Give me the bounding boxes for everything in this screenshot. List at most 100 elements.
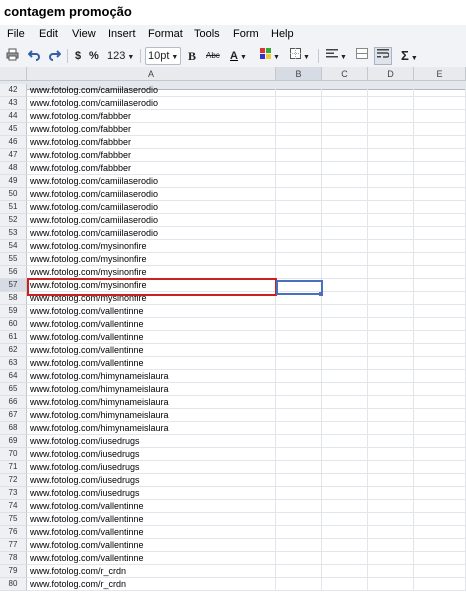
cell-empty[interactable] [414, 552, 466, 565]
fill-handle[interactable] [319, 292, 323, 296]
cell-empty[interactable] [276, 474, 322, 487]
cell-empty[interactable] [322, 305, 368, 318]
cell-empty[interactable] [322, 84, 368, 97]
row-header[interactable]: 50 [0, 188, 27, 201]
cell-a[interactable]: www.fotolog.com/mysinonfire [27, 253, 276, 266]
cell-a[interactable]: www.fotolog.com/himynameislaura [27, 370, 276, 383]
cell-a[interactable]: www.fotolog.com/vallentinne [27, 513, 276, 526]
cell-empty[interactable] [322, 149, 368, 162]
cell-empty[interactable] [414, 188, 466, 201]
cell-empty[interactable] [276, 266, 322, 279]
cell-a[interactable]: www.fotolog.com/camiilaserodio [27, 84, 276, 97]
cell-empty[interactable] [276, 396, 322, 409]
cell-empty[interactable] [322, 474, 368, 487]
cell-a[interactable]: www.fotolog.com/fabbber [27, 136, 276, 149]
cell-empty[interactable] [368, 526, 414, 539]
row-header[interactable]: 63 [0, 357, 27, 370]
cell-empty[interactable] [414, 344, 466, 357]
cell-empty[interactable] [276, 162, 322, 175]
row-header[interactable]: 54 [0, 240, 27, 253]
cell-empty[interactable] [368, 448, 414, 461]
strikethrough-button[interactable]: Abc [206, 48, 220, 64]
cell-empty[interactable] [322, 383, 368, 396]
cell-empty[interactable] [368, 565, 414, 578]
cell-empty[interactable] [368, 162, 414, 175]
row-header[interactable]: 49 [0, 175, 27, 188]
cell-empty[interactable] [368, 136, 414, 149]
cell-empty[interactable] [276, 565, 322, 578]
cell-empty[interactable] [322, 461, 368, 474]
cell-empty[interactable] [414, 279, 466, 292]
row-header[interactable]: 45 [0, 123, 27, 136]
cell-empty[interactable] [368, 110, 414, 123]
row-header[interactable]: 43 [0, 97, 27, 110]
fill-color-button[interactable]: ▼ [260, 48, 280, 64]
cell-empty[interactable] [414, 110, 466, 123]
cell-empty[interactable] [368, 474, 414, 487]
cell-a[interactable]: www.fotolog.com/himynameislaura [27, 409, 276, 422]
column-header-b[interactable]: B [276, 67, 322, 81]
cell-empty[interactable] [414, 84, 466, 97]
cell-empty[interactable] [368, 214, 414, 227]
cell-a[interactable]: www.fotolog.com/mysinonfire [27, 292, 276, 305]
cell-empty[interactable] [322, 422, 368, 435]
cell-empty[interactable] [414, 227, 466, 240]
cell-a[interactable]: www.fotolog.com/camiilaserodio [27, 188, 276, 201]
cell-empty[interactable] [368, 500, 414, 513]
cell-empty[interactable] [322, 97, 368, 110]
cell-empty[interactable] [368, 539, 414, 552]
row-header[interactable]: 58 [0, 292, 27, 305]
row-header[interactable]: 72 [0, 474, 27, 487]
cell-empty[interactable] [276, 552, 322, 565]
cell-empty[interactable] [322, 487, 368, 500]
column-header-e[interactable]: E [414, 67, 466, 81]
menu-edit[interactable]: Edit [39, 28, 58, 40]
cell-empty[interactable] [414, 422, 466, 435]
cell-a[interactable]: www.fotolog.com/r_crdn [27, 565, 276, 578]
cell-empty[interactable] [276, 435, 322, 448]
cell-empty[interactable] [368, 123, 414, 136]
cell-empty[interactable] [368, 201, 414, 214]
cell-empty[interactable] [414, 461, 466, 474]
cell-a[interactable]: www.fotolog.com/mysinonfire [27, 266, 276, 279]
cell-empty[interactable] [414, 409, 466, 422]
cell-a[interactable]: www.fotolog.com/vallentinne [27, 305, 276, 318]
cell-empty[interactable] [322, 526, 368, 539]
cell-empty[interactable] [276, 123, 322, 136]
cell-a[interactable]: www.fotolog.com/vallentinne [27, 539, 276, 552]
row-header[interactable]: 66 [0, 396, 27, 409]
cell-empty[interactable] [276, 422, 322, 435]
cell-empty[interactable] [414, 565, 466, 578]
cell-a[interactable]: www.fotolog.com/iusedrugs [27, 474, 276, 487]
cell-empty[interactable] [276, 149, 322, 162]
cell-empty[interactable] [414, 97, 466, 110]
cell-empty[interactable] [322, 253, 368, 266]
document-title[interactable]: contagem promoção [0, 0, 466, 25]
cell-empty[interactable] [414, 539, 466, 552]
row-header[interactable]: 46 [0, 136, 27, 149]
cell-empty[interactable] [322, 552, 368, 565]
cell-empty[interactable] [322, 357, 368, 370]
cell-empty[interactable] [368, 409, 414, 422]
cell-empty[interactable] [368, 396, 414, 409]
cell-empty[interactable] [322, 214, 368, 227]
menu-form[interactable]: Form [233, 28, 259, 40]
active-cell-b57[interactable] [276, 280, 323, 295]
cell-empty[interactable] [414, 214, 466, 227]
cell-empty[interactable] [276, 461, 322, 474]
row-header[interactable]: 51 [0, 201, 27, 214]
cell-a[interactable]: www.fotolog.com/vallentinne [27, 331, 276, 344]
cell-empty[interactable] [276, 97, 322, 110]
cell-empty[interactable] [414, 500, 466, 513]
cell-empty[interactable] [414, 487, 466, 500]
cell-empty[interactable] [368, 461, 414, 474]
cell-empty[interactable] [414, 266, 466, 279]
undo-icon[interactable] [27, 48, 41, 64]
cell-a[interactable]: www.fotolog.com/fabbber [27, 162, 276, 175]
cell-empty[interactable] [368, 227, 414, 240]
select-all-corner[interactable] [0, 67, 27, 81]
cell-empty[interactable] [368, 435, 414, 448]
cell-empty[interactable] [276, 344, 322, 357]
cell-empty[interactable] [368, 318, 414, 331]
cell-a[interactable]: www.fotolog.com/camiilaserodio [27, 227, 276, 240]
